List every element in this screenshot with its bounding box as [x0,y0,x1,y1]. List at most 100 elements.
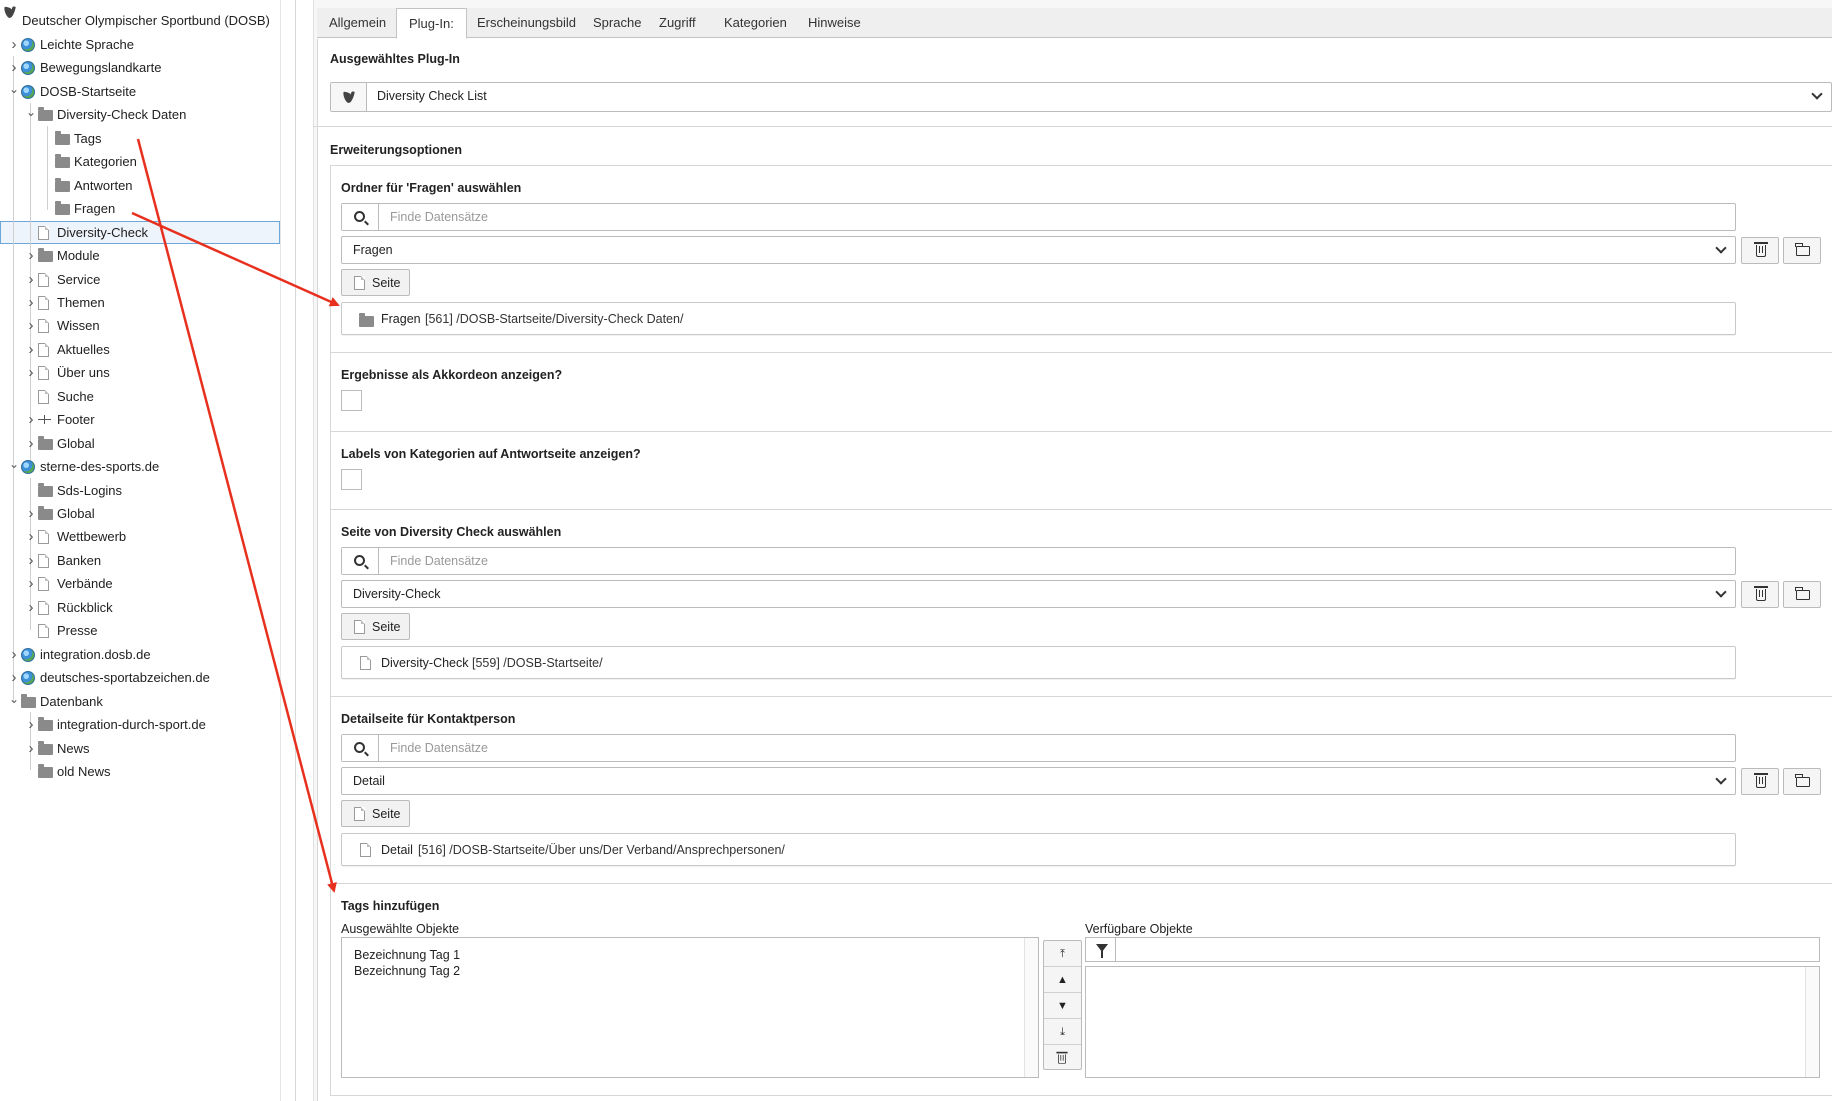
chevron-right-icon[interactable]: › [26,292,36,314]
seite-record[interactable]: Diversity-Check [559] /DOSB-Startseite/ [341,646,1736,679]
chevron-down-icon[interactable]: ⌄ [9,688,19,710]
fragen-search-input[interactable]: Finde Datensätze [341,203,1736,231]
chevron-right-icon[interactable]: › [26,573,36,595]
chevron-right-icon[interactable]: › [26,433,36,455]
chevron-right-icon[interactable]: › [9,667,19,689]
tree-node[interactable]: Tags [0,128,280,150]
chevron-right-icon[interactable]: › [26,245,36,267]
seite-seite-button[interactable]: Seite [341,613,410,640]
tab-zugriff[interactable]: Zugriff [647,8,708,38]
tree-node[interactable]: › Global [0,433,280,455]
chevron-right-icon[interactable]: › [26,738,36,760]
chevron-down-icon[interactable]: ⌄ [9,78,19,100]
tree-node[interactable]: Sds-Logins [0,480,280,502]
detail-delete-button[interactable] [1741,768,1779,795]
tag-option-1[interactable]: Bezeichnung Tag 1 [354,948,460,962]
tree-node[interactable]: Diversity-Check [0,222,280,244]
tree-node[interactable]: ⌄ Diversity-Check Daten [0,104,280,126]
detail-search-input[interactable]: Finde Datensätze [341,734,1736,762]
chevron-right-icon[interactable]: › [26,714,36,736]
tree-node[interactable]: Suche [0,386,280,408]
chevron-right-icon[interactable]: › [9,34,19,56]
detail-select[interactable]: Detail [341,767,1736,795]
fragen-delete-button[interactable] [1741,237,1779,264]
tree-node[interactable]: Antworten [0,175,280,197]
detail-record[interactable]: Detail [516] /DOSB-Startseite/Über uns/D… [341,833,1736,866]
tree-node[interactable]: ⌄ DOSB-Startseite [0,81,280,103]
plugin-select[interactable]: Diversity Check List [330,82,1832,112]
tree-node[interactable]: › Banken [0,550,280,572]
tree-node[interactable]: › Bewegungslandkarte [0,57,280,79]
tree-node[interactable]: › Global [0,503,280,525]
detail-browse-button[interactable] [1783,768,1821,795]
tree-node[interactable]: old News [0,761,280,783]
tree-node[interactable]: Fragen [0,198,280,220]
chevron-right-icon[interactable]: › [9,644,19,666]
tree-node[interactable]: › Rückblick [0,597,280,619]
chevron-right-icon[interactable]: › [26,503,36,525]
tree-node[interactable]: › Leichte Sprache [0,34,280,56]
tree-node[interactable]: Kategorien [0,151,280,173]
tree-node[interactable]: › deutsches-sportabzeichen.de [0,667,280,689]
chevron-down-icon[interactable]: ⌄ [26,101,36,123]
fragen-record[interactable]: Fragen [561] /DOSB-Startseite/Diversity-… [341,302,1736,335]
tree-node[interactable]: › Verbände [0,573,280,595]
search-icon[interactable] [342,548,379,574]
tree-node[interactable]: › Wissen [0,315,280,337]
chevron-right-icon[interactable]: › [26,526,36,548]
tab-plugin[interactable]: Plug-In: [396,8,467,39]
seite-select[interactable]: Diversity-Check [341,580,1736,608]
chevron-right-icon[interactable]: › [26,409,36,431]
tag-option-2[interactable]: Bezeichnung Tag 2 [354,964,460,978]
fragen-seite-button[interactable]: Seite [341,269,410,296]
tags-selected-list[interactable]: Bezeichnung Tag 1 Bezeichnung Tag 2 [341,937,1039,1078]
move-up-button[interactable]: ▲ [1044,967,1081,993]
tree-node[interactable]: › News [0,738,280,760]
chevron-right-icon[interactable]: › [9,57,19,79]
chevron-down-icon[interactable]: ⌄ [9,453,19,475]
move-down-button[interactable]: ▼ [1044,993,1081,1019]
chevron-right-icon[interactable]: › [26,339,36,361]
tree-node[interactable]: › Über uns [0,362,280,384]
chevron-right-icon[interactable]: › [26,269,36,291]
search-icon[interactable] [342,204,379,230]
tab-erscheinungsbild[interactable]: Erscheinungsbild [465,8,588,38]
move-to-top-icon: ⤒ [1060,948,1065,960]
scrollbar[interactable] [1024,938,1038,1077]
tree-node[interactable]: ⌄ Datenbank [0,691,280,713]
tab-hinweise[interactable]: Hinweise [796,8,873,38]
tree-node[interactable]: › Service [0,269,280,291]
tree-node[interactable]: › Aktuelles [0,339,280,361]
tags-filter-input[interactable] [1085,937,1820,962]
tree-node[interactable]: Presse [0,620,280,642]
detail-seite-button[interactable]: Seite [341,800,410,827]
chevron-right-icon[interactable]: › [26,597,36,619]
tags-available-list[interactable] [1085,966,1820,1078]
fragen-select[interactable]: Fragen [341,236,1736,264]
akkordeon-checkbox[interactable] [341,390,362,411]
move-top-button[interactable]: ⤒ [1044,941,1081,967]
chevron-right-icon[interactable]: › [26,550,36,572]
seite-browse-button[interactable] [1783,581,1821,608]
chevron-right-icon[interactable]: › [26,362,36,384]
tree-node[interactable]: › integration-durch-sport.de [0,714,280,736]
tab-sprache[interactable]: Sprache [581,8,653,38]
detail-record-path: [516] /DOSB-Startseite/Über uns/Der Verb… [418,843,785,857]
move-bottom-button[interactable]: ⤓ [1044,1019,1081,1045]
remove-tag-button[interactable] [1044,1045,1081,1071]
tab-kategorien[interactable]: Kategorien [712,8,799,38]
seite-delete-button[interactable] [1741,581,1779,608]
search-icon[interactable] [342,735,379,761]
tab-allgemein[interactable]: Allgemein [317,8,398,38]
labels-checkbox[interactable] [341,469,362,490]
tree-node[interactable]: › Module [0,245,280,267]
tree-node[interactable]: › Themen [0,292,280,314]
tree-node[interactable]: › integration.dosb.de [0,644,280,666]
fragen-browse-button[interactable] [1783,237,1821,264]
tree-node[interactable]: › Wettbewerb [0,526,280,548]
scrollbar[interactable] [1805,967,1819,1077]
tree-node[interactable]: › Footer [0,409,280,431]
tree-node[interactable]: ⌄ sterne-des-sports.de [0,456,280,478]
seite-search-input[interactable]: Finde Datensätze [341,547,1736,575]
chevron-right-icon[interactable]: › [26,315,36,337]
